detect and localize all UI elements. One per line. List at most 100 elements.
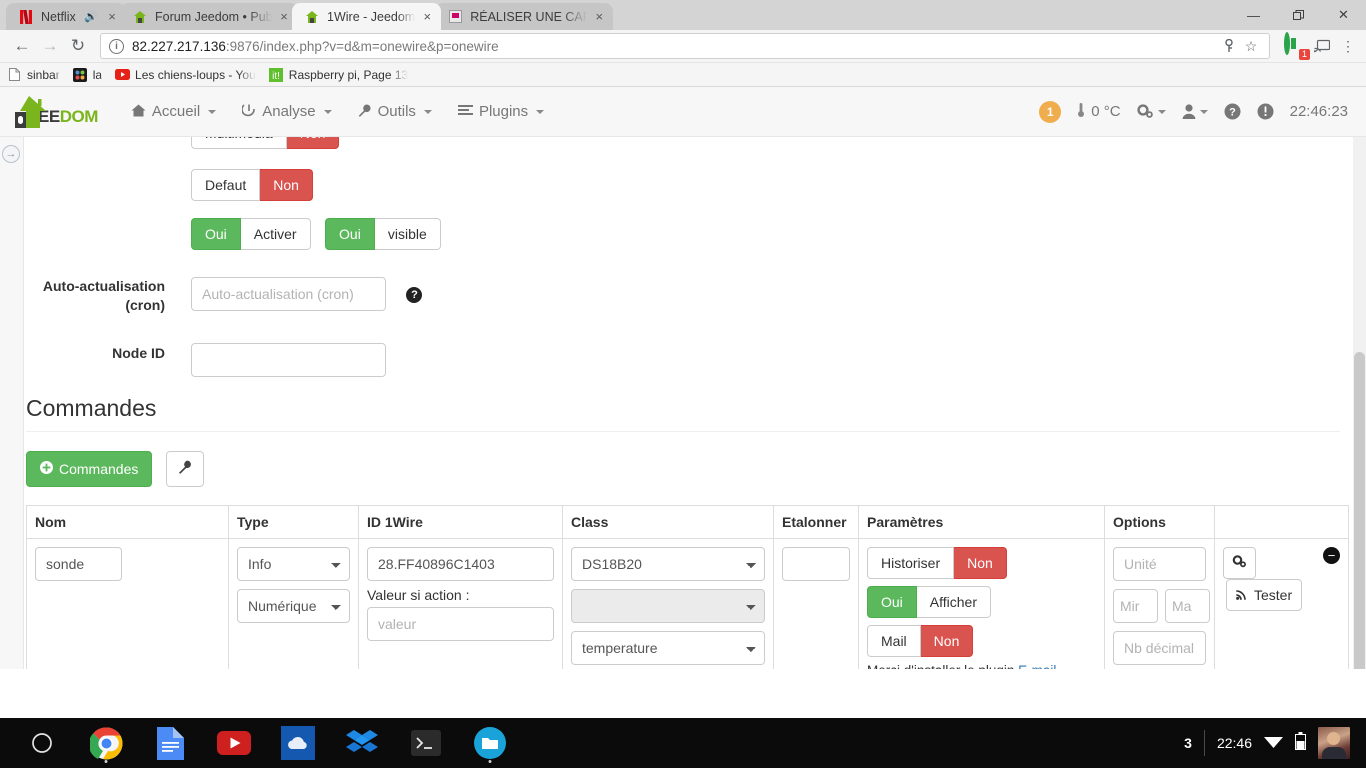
command-type-select[interactable]: Info [237,547,350,581]
toggle-label[interactable]: Historiser [867,547,955,579]
user-icon[interactable] [1182,104,1208,119]
valeur-si-action-input[interactable] [367,607,554,641]
tab-close-button[interactable]: × [419,9,435,25]
toggle-mail[interactable]: Mail Non [867,625,974,657]
toggle-label[interactable]: Multimedia [191,137,287,149]
toggle-value[interactable]: Non [260,169,313,201]
forward-button[interactable]: → [36,32,64,60]
browser-tab-capture[interactable]: RÉALISER UNE CAPTURE × [435,3,614,30]
class-select[interactable]: DS18B20 [571,547,765,581]
min-input[interactable] [1113,589,1158,623]
etalonner-input[interactable] [782,547,850,581]
toggle-historiser[interactable]: Historiser Non [867,547,1007,579]
menu-item-accueil[interactable]: Accueil [120,97,227,126]
class-secondary-select[interactable] [571,589,765,623]
unite-input[interactable] [1113,547,1206,581]
page-scrollbar[interactable] [1353,137,1366,669]
reload-button[interactable]: ↻ [64,32,92,60]
scrollbar-thumb[interactable] [1354,352,1365,669]
tab-close-button[interactable]: × [591,9,607,25]
toggle-value[interactable]: Oui [325,218,375,250]
bookmark-la[interactable]: la [72,67,102,83]
nb-decimal-input[interactable] [1113,631,1206,665]
user-avatar[interactable] [1318,727,1350,759]
menu-item-plugins[interactable]: Plugins [447,97,555,126]
question-circle-icon[interactable]: ? [1224,103,1241,120]
notification-badge[interactable]: 1 [1039,100,1062,123]
taskbar-dropbox[interactable] [330,718,394,768]
browser-tab-netflix[interactable]: Netflix 🔊 × [6,3,126,30]
taskbar-launcher[interactable] [10,718,74,768]
jeedom-page: EEDOM Accueil Analyse Outils Plugins 1 0… [0,87,1366,669]
save-password-icon[interactable] [1219,39,1239,53]
toggle-label[interactable]: visible [374,218,441,250]
taskbar-google-docs[interactable] [138,718,202,768]
menu-item-analyse[interactable]: Analyse [231,97,342,126]
back-button[interactable]: ← [8,32,36,60]
toggle-defaut[interactable]: Defaut Non [191,169,313,201]
toggle-value[interactable]: Non [920,625,974,657]
bookmark-chiens-loups[interactable]: Les chiens-loups - You [114,67,256,83]
workspace-indicator[interactable]: 3 [1184,735,1192,751]
taskbar-youtube[interactable] [202,718,266,768]
toggle-visible[interactable]: Oui visible [325,218,441,250]
id-1wire-input[interactable] [367,547,554,581]
jeedom-logo[interactable]: EEDOM [12,94,98,130]
toggle-label[interactable]: Afficher [916,586,992,618]
minimize-button[interactable]: — [1231,0,1276,30]
site-info-icon[interactable]: i [109,38,124,54]
jeedom-icon [304,9,320,25]
command-config-button[interactable] [165,451,204,487]
maximize-button[interactable] [1276,0,1321,30]
column-header-etalonner: Etalonner [773,505,859,539]
toggle-afficher[interactable]: Oui Afficher [867,586,992,618]
class-tertiary-select[interactable]: temperature [571,631,765,665]
wifi-icon[interactable] [1264,734,1283,753]
toggle-label[interactable]: Mail [867,625,921,657]
browser-tab-forum-jeedom[interactable]: Forum Jeedom • Publier × [120,3,298,30]
browser-tab-1wire-jeedom[interactable]: 1Wire - Jeedom × [292,3,442,30]
exclamation-circle-icon[interactable] [1257,103,1274,120]
browser-menu-button[interactable]: ⋮ [1338,38,1358,55]
tester-button[interactable]: Tester [1226,579,1303,611]
jeedom-main-menu: Accueil Analyse Outils Plugins [120,97,555,126]
add-command-button[interactable]: Commandes [26,451,153,487]
toggle-multimedia[interactable]: Multimedia Non [191,137,340,149]
command-name-input[interactable] [35,547,122,581]
taskbar-chrome[interactable] [74,718,138,768]
toggle-activer[interactable]: Oui Activer [191,218,311,250]
toggle-value[interactable]: Non [954,547,1007,579]
tray-clock[interactable]: 22:46 [1217,735,1252,751]
cast-icon[interactable] [1312,39,1332,53]
remove-command-icon[interactable]: − [1323,547,1340,564]
bookmark-sinbar[interactable]: sinbar [6,67,60,83]
help-icon[interactable]: ? [406,286,423,303]
bookmark-raspberry-pi[interactable]: it! Raspberry pi, Page 13 [268,67,408,83]
menu-item-outils[interactable]: Outils [347,97,443,126]
toggle-value[interactable]: Oui [191,218,241,250]
taskbar-onedrive[interactable] [266,718,330,768]
max-input[interactable] [1165,589,1210,623]
toggle-label[interactable]: Defaut [191,169,261,201]
address-bar[interactable]: i 82.227.217.136:9876/index.php?v=d&m=on… [100,33,1270,59]
taskbar-files[interactable] [458,718,522,768]
tab-audio-icon[interactable]: 🔊 [84,10,98,23]
toggle-label[interactable]: Activer [240,218,311,250]
raspberry-icon: it! [268,67,284,83]
toggle-value[interactable]: Oui [867,586,917,618]
gears-icon[interactable] [1137,104,1166,119]
taskbar-terminal[interactable] [394,718,458,768]
sidebar-toggle-button[interactable]: → [2,145,20,163]
battery-icon[interactable] [1295,731,1306,755]
close-button[interactable]: ✕ [1321,0,1366,30]
command-settings-button[interactable] [1223,547,1256,579]
auto-actualisation-input[interactable] [191,277,386,311]
toggle-value[interactable]: Non [286,137,340,149]
extension-icon[interactable]: 1 [1284,32,1310,60]
command-subtype-select[interactable]: Numérique [237,589,350,623]
tab-close-button[interactable]: × [276,9,292,25]
tab-close-button[interactable]: × [104,9,120,25]
bookmark-star-icon[interactable]: ☆ [1241,38,1261,55]
email-plugin-link[interactable]: E-mail [1018,663,1056,669]
node-id-input[interactable] [191,343,386,377]
